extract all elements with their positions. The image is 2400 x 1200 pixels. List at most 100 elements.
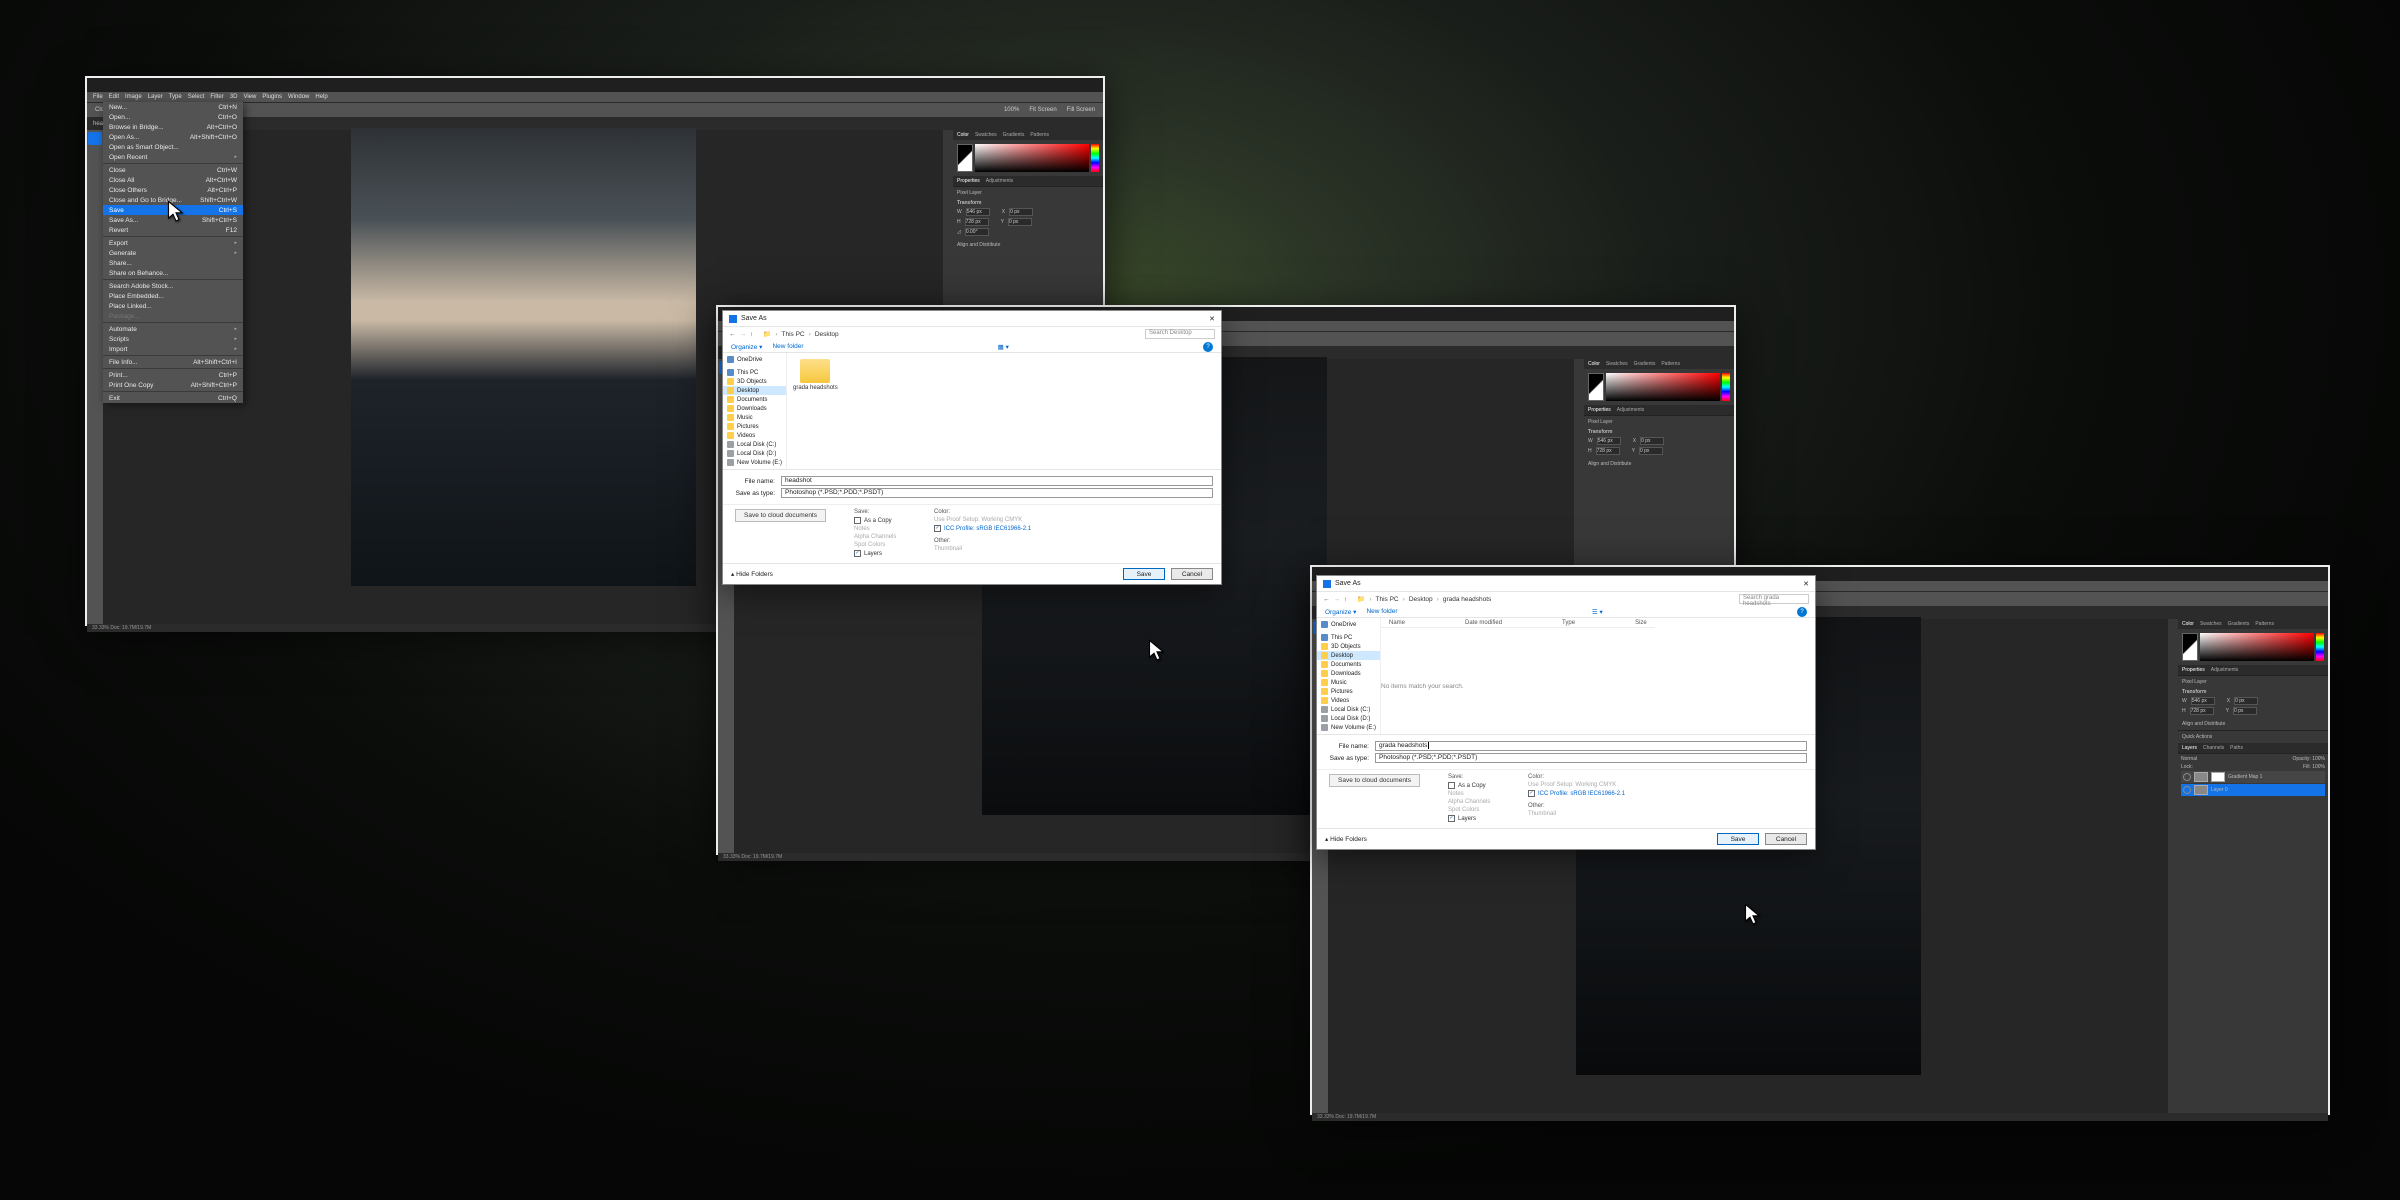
menu-image[interactable]: Image	[125, 94, 142, 100]
save-cloud-button[interactable]: Save to cloud documents	[1329, 774, 1420, 787]
nav-fwd-icon[interactable]: →	[740, 331, 747, 338]
column-headers[interactable]: Name Date modified Type Size	[1381, 618, 1655, 628]
tree-item-videos[interactable]: Videos	[723, 431, 786, 440]
save-type-select[interactable]: Photoshop (*.PSD;*.PDD;*.PSDT)	[1375, 753, 1807, 763]
tab-adjustments[interactable]: Adjustments	[986, 178, 1014, 184]
tool-slot[interactable]	[88, 132, 102, 145]
nav-back-icon[interactable]: ←	[729, 331, 736, 338]
dialog-titlebar[interactable]: Save As ✕	[723, 311, 1221, 327]
fill-screen[interactable]: Fill Screen	[1067, 107, 1095, 113]
tree-item-this-pc[interactable]: This PC	[1317, 633, 1380, 642]
tree-item-local-disk-d[interactable]: Local Disk (D:)	[1317, 714, 1380, 723]
properties-panel-tabs[interactable]: Properties Adjustments	[953, 176, 1103, 186]
view-icon[interactable]: ☰ ▾	[1592, 608, 1603, 616]
save-type-select[interactable]: Photoshop (*.PSD;*.PDD;*.PSDT)	[781, 488, 1213, 498]
visibility-icon[interactable]	[2183, 773, 2191, 781]
tree-item-new-volume-e[interactable]: New Volume (E:)	[723, 458, 786, 467]
menu-item-open-as-smart-object[interactable]: Open as Smart Object...	[103, 142, 243, 152]
as-copy-checkbox[interactable]	[1448, 782, 1455, 789]
tool-slot[interactable]	[1313, 915, 1327, 928]
menu-plugins[interactable]: Plugins	[262, 94, 282, 100]
tree-item-videos[interactable]: Videos	[1317, 696, 1380, 705]
tool-slot[interactable]	[88, 174, 102, 187]
tab-patterns[interactable]: Patterns	[1661, 361, 1680, 367]
organize-menu[interactable]: Organize ▾	[1325, 608, 1356, 616]
tree-item-downloads[interactable]: Downloads	[1317, 669, 1380, 678]
angle-input[interactable]	[965, 228, 989, 236]
new-folder-button[interactable]: New folder	[1366, 608, 1397, 615]
tool-slot[interactable]	[719, 613, 733, 626]
nav-up-icon[interactable]: ↑	[1344, 596, 1347, 603]
tool-slot[interactable]	[88, 370, 102, 383]
nav-up-icon[interactable]: ↑	[750, 331, 753, 338]
tree-item-local-disk-d[interactable]: Local Disk (D:)	[723, 449, 786, 458]
tool-slot[interactable]	[719, 599, 733, 612]
tab-properties[interactable]: Properties	[957, 178, 980, 184]
file-list[interactable]: Name Date modified Type Size No items ma…	[1381, 618, 1815, 734]
tree-item-downloads[interactable]: Downloads	[723, 404, 786, 413]
menu-item-open[interactable]: Open...Ctrl+O	[103, 112, 243, 122]
menu-item-automate[interactable]: Automate	[103, 324, 243, 334]
view-icon[interactable]: ▦ ▾	[998, 343, 1009, 351]
menu-item-share-on-behance[interactable]: Share on Behance...	[103, 268, 243, 278]
tool-slot[interactable]	[88, 328, 102, 341]
save-button[interactable]: Save	[1123, 568, 1165, 580]
tab-gradients[interactable]: Gradients	[1003, 132, 1025, 138]
menu-item-save-as[interactable]: Save As...Shift+Ctrl+S	[103, 215, 243, 225]
as-copy-checkbox[interactable]	[854, 517, 861, 524]
layer-row[interactable]: Layer 0	[2181, 784, 2325, 796]
folder-item[interactable]: grada headshots	[793, 359, 838, 391]
save-cloud-button[interactable]: Save to cloud documents	[735, 509, 826, 522]
tree-item-desktop[interactable]: Desktop	[723, 386, 786, 395]
menu-item-close[interactable]: CloseCtrl+W	[103, 165, 243, 175]
tab-paths[interactable]: Paths	[2230, 745, 2243, 751]
cancel-button[interactable]: Cancel	[1171, 568, 1213, 580]
nav-back-icon[interactable]: ←	[1323, 596, 1330, 603]
height-input[interactable]	[965, 218, 989, 226]
tree-item-music[interactable]: Music	[723, 413, 786, 422]
tree-item-d-objects[interactable]: 3D Objects	[723, 377, 786, 386]
menu-select[interactable]: Select	[188, 94, 205, 100]
tab-swatches[interactable]: Swatches	[2200, 621, 2222, 627]
dialog-titlebar[interactable]: Save As ✕	[1317, 576, 1815, 592]
tool-slot[interactable]	[88, 300, 102, 313]
tab-adjustments[interactable]: Adjustments	[2211, 667, 2239, 673]
tab-layers[interactable]: Layers	[2182, 745, 2197, 751]
tree-item-music[interactable]: Music	[1317, 678, 1380, 687]
menu-type[interactable]: Type	[169, 94, 182, 100]
tree-item-this-pc[interactable]: This PC	[723, 368, 786, 377]
tool-slot[interactable]	[719, 627, 733, 640]
tool-slot[interactable]	[719, 655, 733, 668]
menu-layer[interactable]: Layer	[148, 94, 163, 100]
tool-slot[interactable]	[88, 160, 102, 173]
layer-row[interactable]: Gradient Map 1	[2181, 771, 2325, 783]
tree-item-local-disk-c[interactable]: Local Disk (C:)	[723, 440, 786, 449]
tab-patterns[interactable]: Patterns	[2255, 621, 2274, 627]
x-input[interactable]	[1009, 208, 1033, 216]
layers-panel-tabs[interactable]: LayersChannelsPaths	[2178, 743, 2328, 753]
menu-item-generate[interactable]: Generate	[103, 248, 243, 258]
tool-slot[interactable]	[719, 641, 733, 654]
tab-color[interactable]: Color	[1588, 361, 1600, 367]
file-list[interactable]: grada headshots	[787, 353, 1221, 469]
file-menu-dropdown[interactable]: New...Ctrl+NOpen...Ctrl+OBrowse in Bridg…	[103, 102, 243, 403]
layers-panel[interactable]: NormalOpacity: 100% Lock:Fill: 100% Grad…	[2178, 753, 2328, 799]
toolbar[interactable]	[87, 130, 103, 624]
zoom-value[interactable]: 100%	[1004, 107, 1019, 113]
cancel-button[interactable]: Cancel	[1765, 833, 1807, 845]
menu-item-exit[interactable]: ExitCtrl+Q	[103, 393, 243, 403]
menu-item-revert[interactable]: RevertF12	[103, 225, 243, 235]
tab-properties[interactable]: Properties	[1588, 407, 1611, 413]
organize-menu[interactable]: Organize ▾	[731, 343, 762, 351]
tool-slot[interactable]	[1313, 859, 1327, 872]
crumb-this-pc[interactable]: This PC	[782, 331, 805, 338]
crumb-folder[interactable]: grada headshots	[1443, 596, 1491, 603]
properties-panel-tabs[interactable]: PropertiesAdjustments	[2178, 665, 2328, 675]
file-name-input[interactable]: headshot	[781, 476, 1213, 486]
tool-slot[interactable]	[88, 146, 102, 159]
tree-item-documents[interactable]: Documents	[1317, 660, 1380, 669]
tool-slot[interactable]	[88, 258, 102, 271]
width-input[interactable]	[966, 208, 990, 216]
tab-patterns[interactable]: Patterns	[1030, 132, 1049, 138]
color-spectrum[interactable]	[975, 144, 1089, 172]
